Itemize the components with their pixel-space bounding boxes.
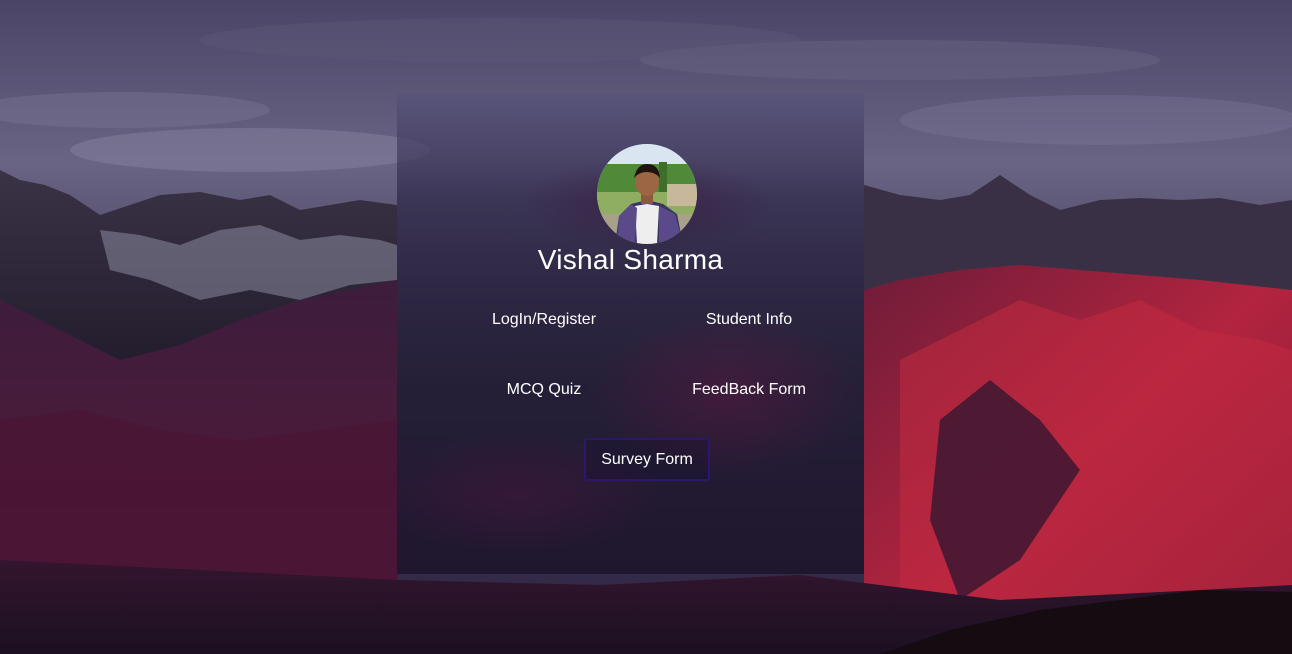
mcq-quiz-link[interactable]: MCQ Quiz (485, 381, 603, 399)
student-info-link[interactable]: Student Info (690, 311, 808, 329)
avatar (597, 144, 697, 244)
survey-form-button[interactable]: Survey Form (584, 438, 710, 481)
avatar-photo (597, 144, 697, 244)
profile-name: Vishal Sharma (537, 244, 724, 275)
login-register-link[interactable]: LogIn/Register (485, 311, 603, 329)
feedback-form-link[interactable]: FeedBack Form (677, 381, 821, 399)
profile-card: Vishal Sharma LogIn/Register Student Inf… (397, 94, 864, 574)
